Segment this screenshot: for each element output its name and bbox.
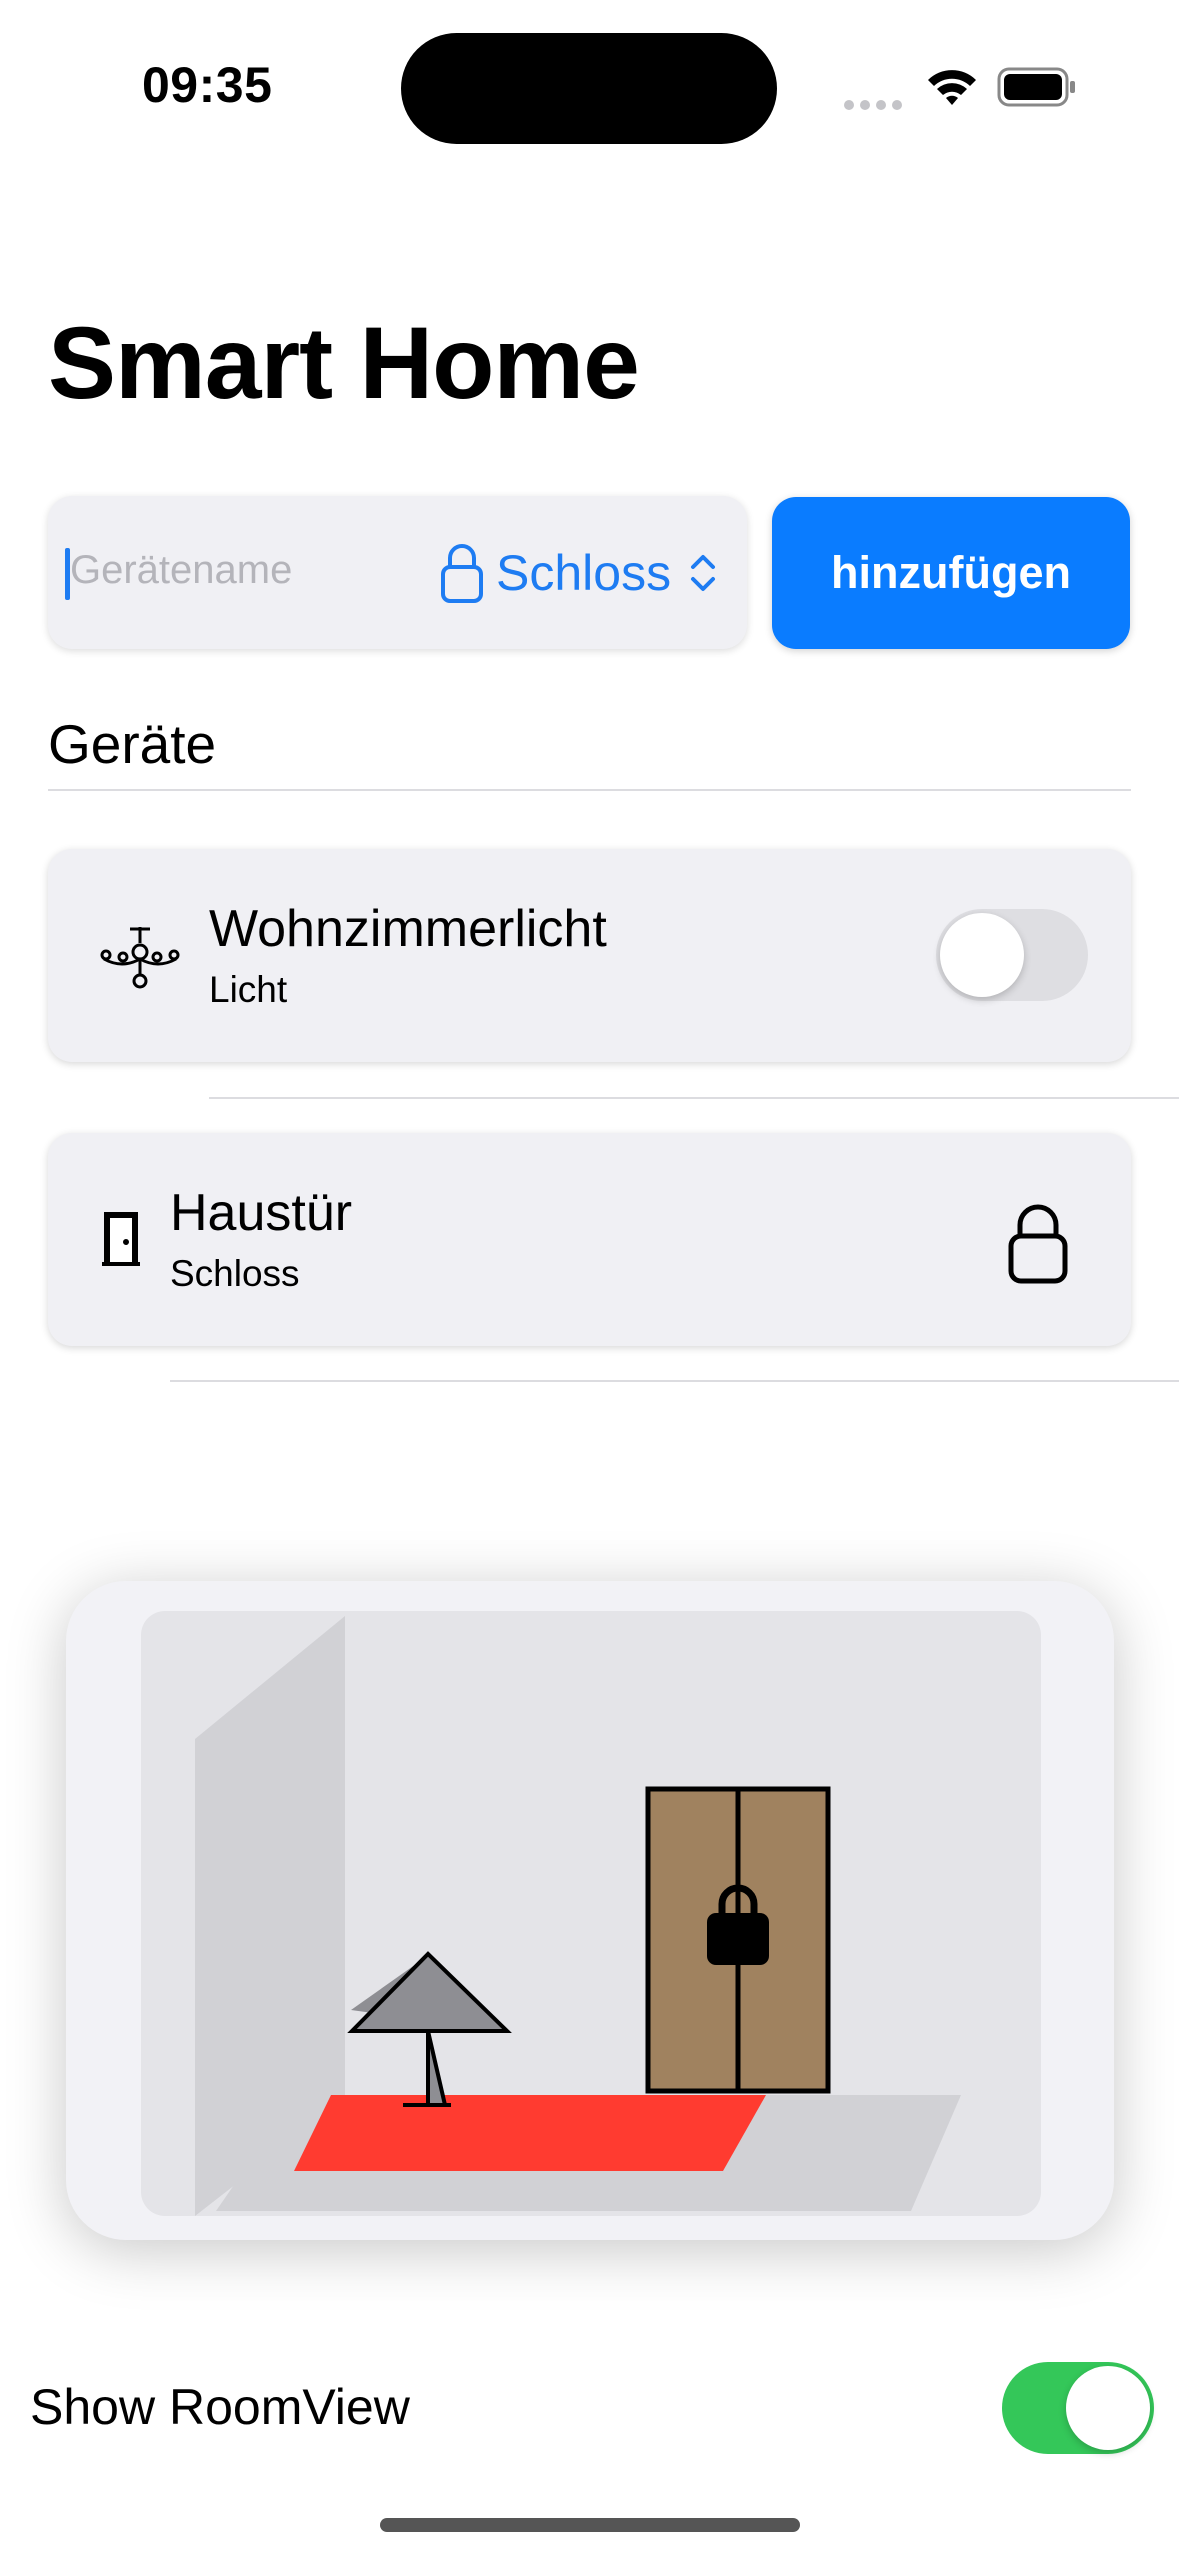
device-row-wohnzimmerlicht[interactable]: Wohnzimmerlicht Licht	[48, 849, 1131, 1062]
room-view-panel	[66, 1581, 1114, 2240]
rug	[294, 2095, 766, 2171]
dynamic-island	[401, 33, 777, 144]
room-illustration	[141, 1611, 1041, 2216]
device-row-haustuer[interactable]: Haustür Schloss	[48, 1133, 1131, 1346]
door-icon	[102, 1212, 140, 1266]
toggle-knob	[940, 913, 1024, 997]
row-separator	[209, 1097, 1179, 1099]
device-type-value: Schloss	[496, 545, 672, 601]
add-device-button[interactable]: hinzufügen	[772, 497, 1130, 649]
screen: 09:35 Smart Home Gerätename Schloss hinz…	[0, 0, 1179, 2556]
status-time: 09:35	[142, 57, 273, 113]
wifi-icon	[928, 70, 976, 105]
toggle-knob	[1066, 2366, 1150, 2450]
battery-icon	[997, 67, 1075, 107]
device-type: Schloss	[170, 1253, 300, 1294]
section-header-devices: Geräte	[48, 713, 217, 775]
lock-icon[interactable]	[1006, 1201, 1070, 1285]
row-separator	[170, 1380, 1179, 1382]
lock-icon	[441, 544, 483, 603]
chandelier-icon	[100, 927, 180, 989]
device-name: Wohnzimmerlicht	[209, 900, 607, 958]
chevron-up-down-icon	[691, 555, 715, 591]
door	[645, 1786, 831, 2094]
device-name-placeholder: Gerätename	[70, 548, 293, 592]
section-divider	[48, 789, 1131, 791]
signal-dots-icon	[844, 100, 902, 110]
show-roomview-toggle[interactable]	[1002, 2362, 1154, 2454]
show-roomview-label: Show RoomView	[30, 2379, 410, 2435]
device-type: Licht	[209, 969, 288, 1010]
device-name: Haustür	[170, 1184, 353, 1242]
home-indicator[interactable]	[380, 2518, 800, 2532]
page-title: Smart Home	[48, 306, 640, 420]
light-toggle[interactable]	[936, 909, 1088, 1001]
device-name-input[interactable]: Gerätename Schloss	[48, 496, 747, 649]
